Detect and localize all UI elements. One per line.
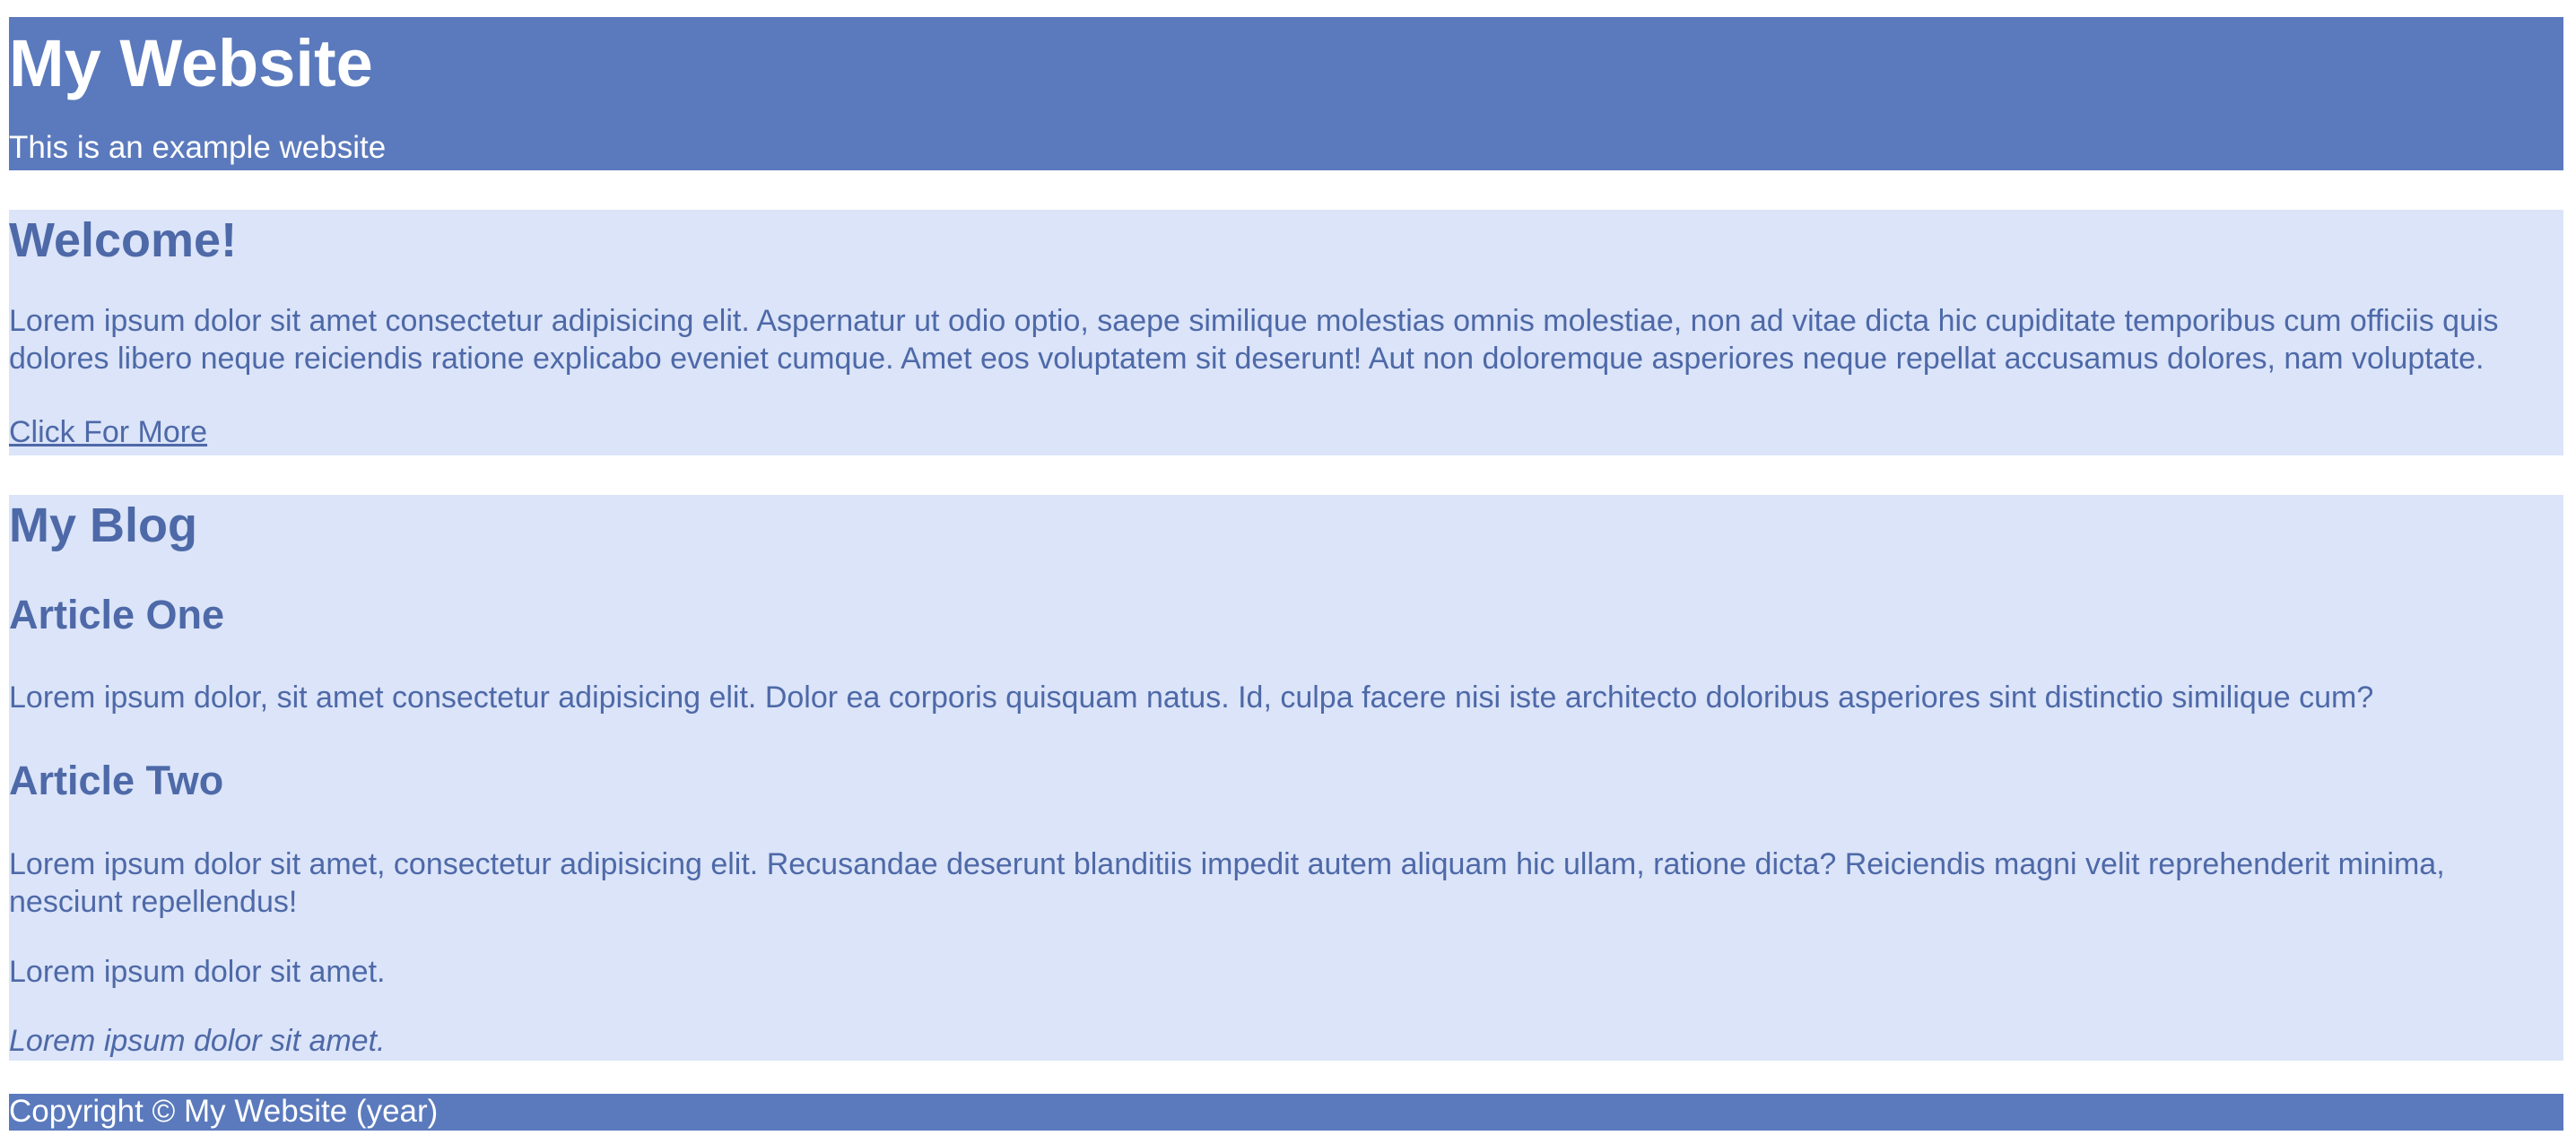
article-one-title: Article One [9, 592, 225, 637]
article-two-title: Article Two [9, 758, 224, 803]
site-subtitle: This is an example website [9, 130, 387, 165]
footer-copyright: Copyright © My Website (year) [9, 1094, 439, 1129]
site-header: My Website This is an example website [9, 17, 2563, 170]
blog-section: My Blog Article One Lorem ipsum dolor, s… [9, 495, 2563, 1061]
welcome-section: Welcome! Lorem ipsum dolor sit amet cons… [9, 210, 2563, 455]
site-footer: Copyright © My Website (year) [9, 1094, 2563, 1131]
welcome-text: Lorem ipsum dolor sit amet consectetur a… [9, 304, 2499, 376]
article-two-extra: Lorem ipsum dolor sit amet. [9, 955, 386, 989]
site-title: My Website [9, 26, 373, 100]
click-for-more-link[interactable]: Click For More [9, 413, 207, 451]
article-two-text: Lorem ipsum dolor sit amet, consectetur … [9, 847, 2445, 919]
article-one-text: Lorem ipsum dolor, sit amet consectetur … [9, 680, 2374, 715]
blog-heading: My Blog [9, 498, 197, 552]
article-two-extra-italic: Lorem ipsum dolor sit amet. [9, 1024, 386, 1058]
welcome-heading: Welcome! [9, 213, 238, 267]
